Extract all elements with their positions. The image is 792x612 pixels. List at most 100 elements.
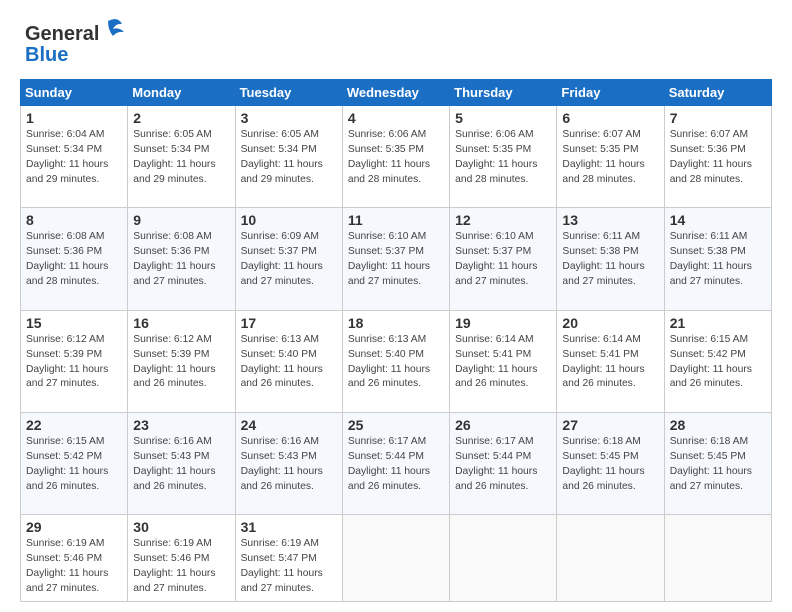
day-detail: Sunrise: 6:17 AM Sunset: 5:44 PM Dayligh… (455, 435, 551, 495)
day-number: 14 (670, 212, 766, 228)
day-number: 5 (455, 110, 551, 126)
logo-svg: GeneralBlue (20, 16, 140, 71)
calendar-week-4: 22 Sunrise: 6:15 AM Sunset: 5:42 PM Dayl… (21, 412, 772, 514)
day-detail: Sunrise: 6:15 AM Sunset: 5:42 PM Dayligh… (670, 333, 766, 393)
calendar-table: SundayMondayTuesdayWednesdayThursdayFrid… (20, 79, 772, 602)
day-number: 29 (26, 519, 122, 535)
day-number: 16 (133, 315, 229, 331)
calendar-header: SundayMondayTuesdayWednesdayThursdayFrid… (21, 80, 772, 106)
calendar-cell (557, 515, 664, 602)
day-detail: Sunrise: 6:04 AM Sunset: 5:34 PM Dayligh… (26, 128, 122, 188)
calendar-cell: 16 Sunrise: 6:12 AM Sunset: 5:39 PM Dayl… (128, 310, 235, 412)
calendar-cell (342, 515, 449, 602)
day-detail: Sunrise: 6:09 AM Sunset: 5:37 PM Dayligh… (241, 230, 337, 290)
calendar-cell: 30 Sunrise: 6:19 AM Sunset: 5:46 PM Dayl… (128, 515, 235, 602)
calendar-body: 1 Sunrise: 6:04 AM Sunset: 5:34 PM Dayli… (21, 106, 772, 602)
day-detail: Sunrise: 6:19 AM Sunset: 5:46 PM Dayligh… (133, 537, 229, 597)
day-detail: Sunrise: 6:14 AM Sunset: 5:41 PM Dayligh… (455, 333, 551, 393)
day-detail: Sunrise: 6:16 AM Sunset: 5:43 PM Dayligh… (241, 435, 337, 495)
day-number: 19 (455, 315, 551, 331)
day-detail: Sunrise: 6:07 AM Sunset: 5:35 PM Dayligh… (562, 128, 658, 188)
day-number: 22 (26, 417, 122, 433)
calendar-cell: 2 Sunrise: 6:05 AM Sunset: 5:34 PM Dayli… (128, 106, 235, 208)
day-number: 13 (562, 212, 658, 228)
calendar-week-3: 15 Sunrise: 6:12 AM Sunset: 5:39 PM Dayl… (21, 310, 772, 412)
calendar-cell: 29 Sunrise: 6:19 AM Sunset: 5:46 PM Dayl… (21, 515, 128, 602)
calendar-cell: 19 Sunrise: 6:14 AM Sunset: 5:41 PM Dayl… (450, 310, 557, 412)
day-detail: Sunrise: 6:19 AM Sunset: 5:46 PM Dayligh… (26, 537, 122, 597)
svg-text:Blue: Blue (25, 44, 68, 66)
calendar-cell: 28 Sunrise: 6:18 AM Sunset: 5:45 PM Dayl… (664, 412, 771, 514)
day-header-thursday: Thursday (450, 80, 557, 106)
day-number: 6 (562, 110, 658, 126)
day-header-tuesday: Tuesday (235, 80, 342, 106)
day-number: 31 (241, 519, 337, 535)
day-number: 30 (133, 519, 229, 535)
day-detail: Sunrise: 6:13 AM Sunset: 5:40 PM Dayligh… (241, 333, 337, 393)
calendar-cell: 20 Sunrise: 6:14 AM Sunset: 5:41 PM Dayl… (557, 310, 664, 412)
day-number: 18 (348, 315, 444, 331)
day-detail: Sunrise: 6:05 AM Sunset: 5:34 PM Dayligh… (133, 128, 229, 188)
calendar-cell: 11 Sunrise: 6:10 AM Sunset: 5:37 PM Dayl… (342, 208, 449, 310)
day-number: 3 (241, 110, 337, 126)
day-number: 2 (133, 110, 229, 126)
svg-text:General: General (25, 23, 99, 45)
day-detail: Sunrise: 6:06 AM Sunset: 5:35 PM Dayligh… (348, 128, 444, 188)
day-number: 11 (348, 212, 444, 228)
calendar-cell: 12 Sunrise: 6:10 AM Sunset: 5:37 PM Dayl… (450, 208, 557, 310)
day-number: 20 (562, 315, 658, 331)
day-number: 10 (241, 212, 337, 228)
day-header-friday: Friday (557, 80, 664, 106)
day-detail: Sunrise: 6:10 AM Sunset: 5:37 PM Dayligh… (348, 230, 444, 290)
calendar-cell: 4 Sunrise: 6:06 AM Sunset: 5:35 PM Dayli… (342, 106, 449, 208)
day-number: 21 (670, 315, 766, 331)
day-number: 23 (133, 417, 229, 433)
calendar-cell: 31 Sunrise: 6:19 AM Sunset: 5:47 PM Dayl… (235, 515, 342, 602)
day-header-wednesday: Wednesday (342, 80, 449, 106)
day-detail: Sunrise: 6:13 AM Sunset: 5:40 PM Dayligh… (348, 333, 444, 393)
calendar-cell: 6 Sunrise: 6:07 AM Sunset: 5:35 PM Dayli… (557, 106, 664, 208)
day-detail: Sunrise: 6:10 AM Sunset: 5:37 PM Dayligh… (455, 230, 551, 290)
day-number: 7 (670, 110, 766, 126)
day-header-saturday: Saturday (664, 80, 771, 106)
calendar-cell (664, 515, 771, 602)
day-number: 1 (26, 110, 122, 126)
day-detail: Sunrise: 6:12 AM Sunset: 5:39 PM Dayligh… (26, 333, 122, 393)
day-detail: Sunrise: 6:05 AM Sunset: 5:34 PM Dayligh… (241, 128, 337, 188)
day-detail: Sunrise: 6:19 AM Sunset: 5:47 PM Dayligh… (241, 537, 337, 597)
calendar-cell: 17 Sunrise: 6:13 AM Sunset: 5:40 PM Dayl… (235, 310, 342, 412)
calendar-cell: 3 Sunrise: 6:05 AM Sunset: 5:34 PM Dayli… (235, 106, 342, 208)
day-number: 26 (455, 417, 551, 433)
day-detail: Sunrise: 6:08 AM Sunset: 5:36 PM Dayligh… (133, 230, 229, 290)
calendar-week-1: 1 Sunrise: 6:04 AM Sunset: 5:34 PM Dayli… (21, 106, 772, 208)
calendar-cell: 10 Sunrise: 6:09 AM Sunset: 5:37 PM Dayl… (235, 208, 342, 310)
day-number: 12 (455, 212, 551, 228)
day-number: 17 (241, 315, 337, 331)
calendar-cell: 25 Sunrise: 6:17 AM Sunset: 5:44 PM Dayl… (342, 412, 449, 514)
page: GeneralBlue SundayMondayTuesdayWednesday… (0, 0, 792, 612)
calendar-cell (450, 515, 557, 602)
calendar-week-5: 29 Sunrise: 6:19 AM Sunset: 5:46 PM Dayl… (21, 515, 772, 602)
day-detail: Sunrise: 6:17 AM Sunset: 5:44 PM Dayligh… (348, 435, 444, 495)
logo: GeneralBlue (20, 16, 140, 71)
calendar-cell: 5 Sunrise: 6:06 AM Sunset: 5:35 PM Dayli… (450, 106, 557, 208)
day-detail: Sunrise: 6:11 AM Sunset: 5:38 PM Dayligh… (562, 230, 658, 290)
day-detail: Sunrise: 6:06 AM Sunset: 5:35 PM Dayligh… (455, 128, 551, 188)
calendar-cell: 22 Sunrise: 6:15 AM Sunset: 5:42 PM Dayl… (21, 412, 128, 514)
calendar-cell: 9 Sunrise: 6:08 AM Sunset: 5:36 PM Dayli… (128, 208, 235, 310)
day-number: 15 (26, 315, 122, 331)
calendar-week-2: 8 Sunrise: 6:08 AM Sunset: 5:36 PM Dayli… (21, 208, 772, 310)
day-detail: Sunrise: 6:07 AM Sunset: 5:36 PM Dayligh… (670, 128, 766, 188)
calendar-cell: 14 Sunrise: 6:11 AM Sunset: 5:38 PM Dayl… (664, 208, 771, 310)
day-number: 4 (348, 110, 444, 126)
day-number: 27 (562, 417, 658, 433)
day-detail: Sunrise: 6:16 AM Sunset: 5:43 PM Dayligh… (133, 435, 229, 495)
calendar-cell: 24 Sunrise: 6:16 AM Sunset: 5:43 PM Dayl… (235, 412, 342, 514)
calendar-cell: 27 Sunrise: 6:18 AM Sunset: 5:45 PM Dayl… (557, 412, 664, 514)
day-detail: Sunrise: 6:12 AM Sunset: 5:39 PM Dayligh… (133, 333, 229, 393)
day-number: 8 (26, 212, 122, 228)
day-detail: Sunrise: 6:14 AM Sunset: 5:41 PM Dayligh… (562, 333, 658, 393)
day-detail: Sunrise: 6:18 AM Sunset: 5:45 PM Dayligh… (670, 435, 766, 495)
calendar-cell: 15 Sunrise: 6:12 AM Sunset: 5:39 PM Dayl… (21, 310, 128, 412)
calendar-cell: 7 Sunrise: 6:07 AM Sunset: 5:36 PM Dayli… (664, 106, 771, 208)
